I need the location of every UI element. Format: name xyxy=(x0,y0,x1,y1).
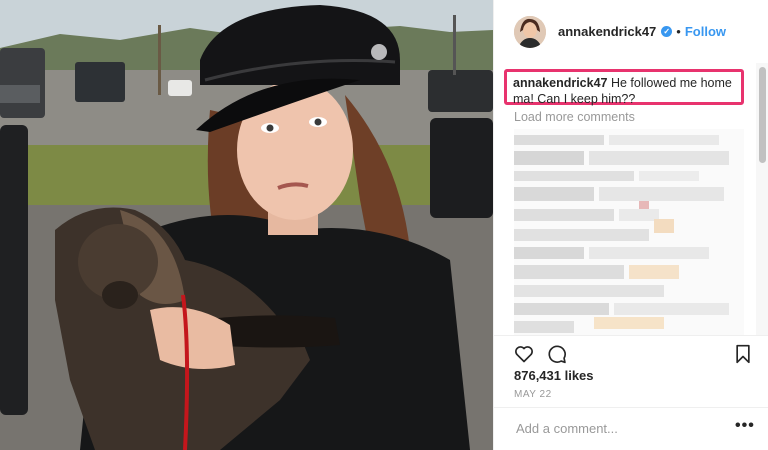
comment-bubble-icon[interactable] xyxy=(547,344,567,369)
more-options-icon[interactable]: ••• xyxy=(735,417,755,435)
post-sidebar: annakendrick47 ✓ • Follow annakendrick47… xyxy=(493,0,768,450)
blurred-comments xyxy=(514,129,744,335)
heart-icon[interactable] xyxy=(514,344,534,369)
action-bar xyxy=(494,335,768,371)
comment-input[interactable] xyxy=(514,420,718,437)
load-more-comments-button[interactable]: Load more comments xyxy=(514,110,635,124)
header-username[interactable]: annakendrick47 xyxy=(558,24,656,39)
scrollbar-thumb[interactable] xyxy=(759,67,766,163)
post-photo[interactable] xyxy=(0,0,493,450)
comments-section: annakendrick47 He followed me home ma! C… xyxy=(494,63,756,335)
post-date: MAY 22 xyxy=(514,389,552,400)
likes-count[interactable]: 876,431 likes xyxy=(514,368,594,383)
post-header: annakendrick47 ✓ • Follow xyxy=(494,0,768,63)
comment-row: ••• xyxy=(494,407,768,450)
comments-scrollbar[interactable] xyxy=(756,63,768,335)
avatar[interactable] xyxy=(514,15,546,48)
separator-dot: • xyxy=(676,24,681,39)
follow-button[interactable]: Follow xyxy=(685,24,726,39)
caption-username[interactable]: annakendrick47 xyxy=(513,76,608,90)
caption-highlight: annakendrick47 He followed me home ma! C… xyxy=(504,69,744,106)
verified-badge-icon: ✓ xyxy=(661,26,673,37)
bookmark-icon[interactable] xyxy=(734,344,752,369)
